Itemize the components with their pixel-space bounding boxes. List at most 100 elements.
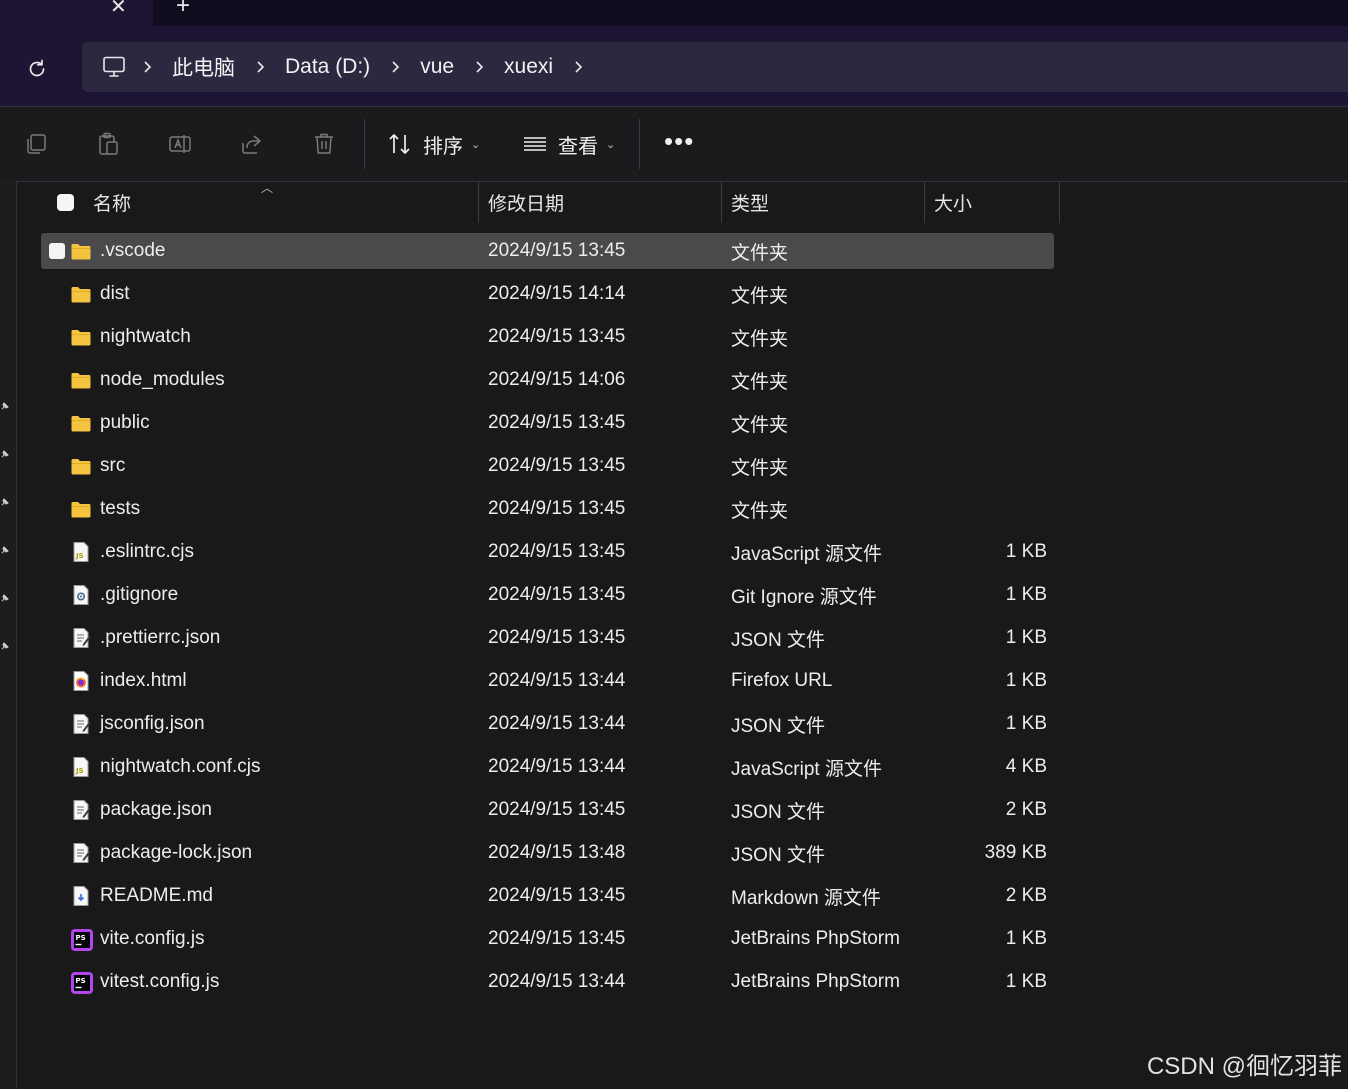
column-header-type[interactable]: 类型 — [731, 181, 923, 223]
sort-button[interactable]: 排序 ⌄ — [387, 127, 480, 161]
file-row[interactable]: JS nightwatch.conf.cjs 2024/9/15 13:44 Java… — [17, 749, 1057, 785]
pin-icon — [1, 594, 9, 602]
file-name[interactable]: nightwatch.conf.cjs — [100, 749, 261, 785]
file-date: 2024/9/15 14:06 — [488, 369, 626, 390]
file-row[interactable]: public 2024/9/15 13:45 文件夹 — [17, 405, 1057, 441]
file-date: 2024/9/15 13:45 — [488, 541, 626, 562]
file-date: 2024/9/15 13:45 — [488, 326, 626, 347]
file-name[interactable]: tests — [100, 491, 140, 527]
select-all-checkbox[interactable] — [57, 194, 74, 211]
phpstorm-file-icon: PS — [70, 971, 93, 994]
breadcrumb: 此电脑 Data (D:) vue xuexi — [100, 42, 597, 92]
file-date: 2024/9/15 13:45 — [488, 799, 626, 820]
file-row[interactable]: .gitignore 2024/9/15 13:45 Git Ignore 源文件 1… — [17, 577, 1057, 613]
watermark: CSDN @徊忆羽菲 — [1146, 1053, 1342, 1080]
file-size: 1 KB — [1005, 670, 1047, 691]
file-name[interactable]: dist — [100, 276, 130, 312]
file-name[interactable]: .gitignore — [100, 577, 178, 613]
chevron-right-icon[interactable] — [559, 60, 597, 74]
file-row[interactable]: PS vite.config.js 2024/9/15 13:45 JetBrains… — [17, 921, 1057, 957]
file-name[interactable]: package-lock.json — [100, 835, 252, 871]
file-name[interactable]: jsconfig.json — [100, 706, 205, 742]
folder-icon — [70, 369, 92, 391]
view-button[interactable]: 查看 ⌄ — [522, 127, 615, 161]
folder-icon — [70, 326, 92, 348]
file-name[interactable]: .eslintrc.cjs — [100, 534, 194, 570]
file-type: 文件夹 — [731, 500, 789, 522]
js-file-icon: JS — [70, 541, 92, 563]
file-row[interactable]: .vscode 2024/9/15 13:45 文件夹 — [17, 233, 1057, 269]
toolbar-divider — [364, 119, 365, 169]
close-tab-icon[interactable]: ✕ — [110, 0, 127, 19]
file-size — [947, 319, 1047, 355]
file-name[interactable]: node_modules — [100, 362, 225, 398]
breadcrumb-drive[interactable]: Data (D:) — [279, 55, 376, 79]
file-row[interactable]: package-lock.json 2024/9/15 13:48 JSON 文件 3… — [17, 835, 1057, 871]
file-type: JavaScript 源文件 — [731, 758, 882, 780]
file-name[interactable]: package.json — [100, 792, 212, 828]
refresh-icon — [29, 59, 45, 77]
delete-button[interactable] — [309, 129, 339, 159]
column-separator[interactable] — [1059, 181, 1060, 223]
file-name[interactable]: vite.config.js — [100, 921, 205, 957]
file-row[interactable]: tests 2024/9/15 13:45 文件夹 — [17, 491, 1057, 527]
navigation-pane[interactable] — [0, 181, 17, 1089]
file-name[interactable]: .vscode — [100, 233, 165, 269]
folder-icon — [70, 240, 92, 262]
refresh-button[interactable] — [22, 54, 52, 84]
pin-icon — [1, 450, 9, 458]
file-row[interactable]: dist 2024/9/15 14:14 文件夹 — [17, 276, 1057, 312]
file-row[interactable]: README.md 2024/9/15 13:45 Markdown 源文件 2 KB — [17, 878, 1057, 914]
copy-button[interactable] — [21, 129, 51, 159]
file-row[interactable]: jsconfig.json 2024/9/15 13:44 JSON 文件 1 KB — [17, 706, 1057, 742]
file-name[interactable]: src — [100, 448, 125, 484]
more-options-button[interactable]: ••• — [664, 128, 694, 154]
new-tab-button[interactable]: + — [176, 0, 190, 20]
chevron-right-icon[interactable] — [460, 60, 498, 74]
column-separator[interactable] — [478, 181, 479, 223]
file-size: 1 KB — [1005, 584, 1047, 605]
file-name[interactable]: index.html — [100, 663, 187, 699]
file-name[interactable]: nightwatch — [100, 319, 191, 355]
file-row[interactable]: PS vitest.config.js 2024/9/15 13:44 JetBrai… — [17, 964, 1057, 1000]
rename-button[interactable] — [165, 129, 195, 159]
markdown-file-icon — [70, 885, 92, 907]
paste-icon — [99, 132, 118, 155]
file-row[interactable]: index.html 2024/9/15 13:44 Firefox URL 1 KB — [17, 663, 1057, 699]
file-row[interactable]: .prettierrc.json 2024/9/15 13:45 JSON 文件 1 … — [17, 620, 1057, 656]
file-row[interactable]: node_modules 2024/9/15 14:06 文件夹 — [17, 362, 1057, 398]
breadcrumb-this-pc[interactable]: 此电脑 — [166, 52, 241, 82]
file-type: Git Ignore 源文件 — [731, 586, 877, 608]
breadcrumb-xuexi[interactable]: xuexi — [498, 55, 559, 79]
column-header-date[interactable]: 修改日期 — [488, 181, 720, 223]
file-list[interactable]: ︿ 名称 修改日期 类型 大小 .vscode 2024/9/15 13:45 文件… — [17, 181, 1348, 1089]
file-row[interactable]: src 2024/9/15 13:45 文件夹 — [17, 448, 1057, 484]
file-row[interactable]: nightwatch 2024/9/15 13:45 文件夹 — [17, 319, 1057, 355]
paste-button[interactable] — [93, 129, 123, 159]
this-pc-icon[interactable] — [100, 56, 128, 78]
file-row[interactable]: package.json 2024/9/15 13:45 JSON 文件 2 KB — [17, 792, 1057, 828]
breadcrumb-vue[interactable]: vue — [414, 55, 460, 79]
column-header-size[interactable]: 大小 — [934, 181, 1059, 223]
file-name[interactable]: .prettierrc.json — [100, 620, 220, 656]
file-date: 2024/9/15 13:44 — [488, 971, 626, 992]
address-bar[interactable]: 此电脑 Data (D:) vue xuexi — [82, 42, 1348, 92]
file-date: 2024/9/15 13:45 — [488, 885, 626, 906]
column-header-name[interactable]: 名称 — [93, 181, 478, 223]
file-row[interactable]: JS .eslintrc.cjs 2024/9/15 13:45 JavaScript… — [17, 534, 1057, 570]
file-size: 1 KB — [1005, 971, 1047, 992]
share-icon — [242, 135, 261, 154]
share-button[interactable] — [237, 129, 267, 159]
row-checkbox[interactable] — [49, 243, 65, 259]
file-size: 389 KB — [984, 842, 1047, 863]
file-name[interactable]: README.md — [100, 878, 213, 914]
chevron-right-icon[interactable] — [128, 60, 166, 74]
chevron-right-icon[interactable] — [376, 60, 414, 74]
chevron-right-icon[interactable] — [241, 60, 279, 74]
file-name[interactable]: public — [100, 405, 150, 441]
column-separator[interactable] — [721, 181, 722, 223]
column-separator[interactable] — [924, 181, 925, 223]
file-type: Firefox URL — [731, 670, 833, 691]
file-name[interactable]: vitest.config.js — [100, 964, 219, 1000]
file-size: 4 KB — [1005, 756, 1047, 777]
